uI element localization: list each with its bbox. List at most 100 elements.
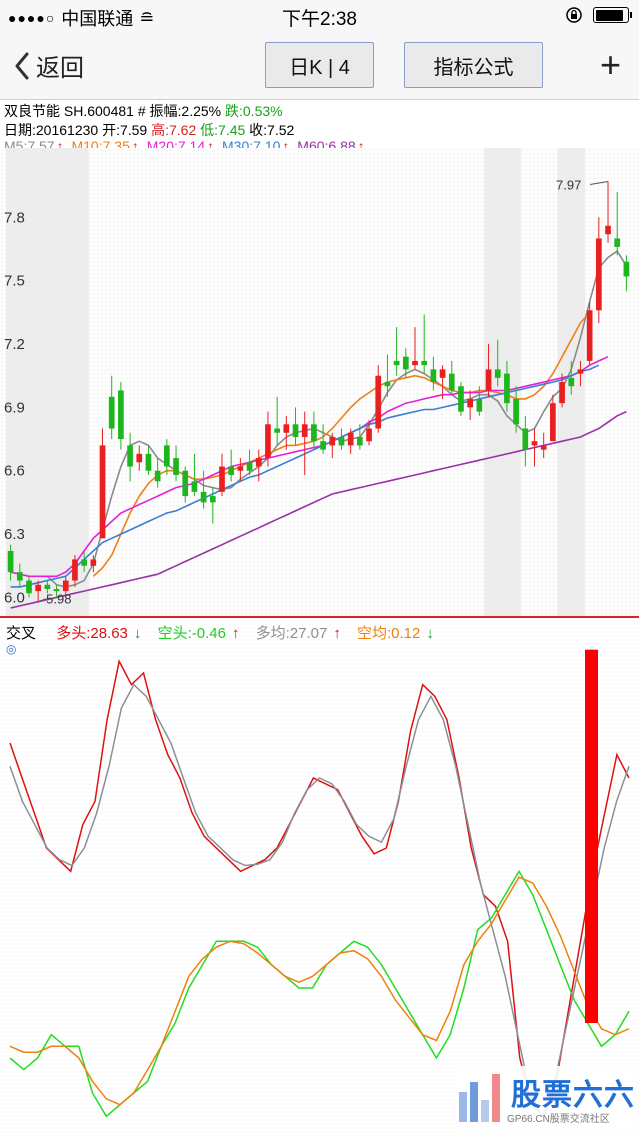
high-price: 高:7.62 [151, 122, 197, 138]
candle [448, 360, 455, 395]
candle [623, 255, 630, 292]
candle [540, 432, 547, 459]
candle-body [393, 360, 400, 366]
candle-body [494, 369, 501, 378]
candle-body [311, 424, 317, 442]
legend-label: 空头:-0.46 [157, 625, 226, 642]
candle-body [595, 238, 602, 311]
candle-body [586, 310, 593, 361]
nav-bar: 返回 日K | 4 指标公式 + [0, 32, 639, 100]
candle [283, 415, 290, 450]
candle-body [513, 398, 519, 425]
candle-body [81, 559, 87, 566]
candle [255, 449, 262, 482]
candle-body [476, 398, 483, 412]
candle [145, 445, 152, 475]
candle-body [209, 496, 216, 503]
candle [467, 390, 474, 421]
date-label: 日期:20161230 [4, 122, 99, 138]
watermark-logo: 股票六六 GP66.CN股票交流社区 [457, 1066, 635, 1132]
target-icon[interactable]: ◎ [6, 642, 16, 656]
candle-body [458, 386, 464, 412]
legend-kongtou: 空头:-0.46 ↑ [158, 625, 246, 642]
candle-body [265, 424, 271, 459]
candle-body [118, 390, 124, 440]
candle [127, 432, 133, 482]
candle-body [357, 436, 363, 446]
candle-body [412, 360, 418, 366]
candle-body [44, 584, 51, 589]
high-annotation: 7.97 [556, 177, 581, 192]
indicator-svg [9, 649, 630, 1119]
candle-body [274, 428, 280, 433]
candle [586, 301, 593, 366]
candle-body [173, 458, 179, 475]
candle-body [577, 369, 584, 374]
candle-body [421, 360, 428, 366]
high-pointer [589, 180, 609, 185]
candle [430, 356, 437, 391]
candle-body [338, 436, 345, 446]
back-button[interactable]: 返回 [14, 48, 84, 83]
candle-body [366, 428, 372, 442]
close-price: 收:7.52 [249, 122, 295, 138]
candle [219, 453, 225, 497]
ma-line-m5 [46, 249, 628, 588]
candle [154, 458, 161, 488]
candle [311, 411, 317, 450]
indicator-name[interactable]: 交叉 [6, 625, 36, 642]
formula-button[interactable]: 指标公式 [404, 42, 543, 88]
candle-body [448, 373, 455, 391]
candle-body [136, 453, 143, 463]
candle-body [375, 375, 382, 429]
candle-body [283, 424, 290, 433]
candle-body [467, 398, 474, 408]
candle-body [154, 470, 161, 482]
ohlc-line: 日期:20161230 开:7.59 高:7.62 低:7.45 收:7.52 [4, 120, 294, 140]
low-price: 低:7.45 [200, 122, 246, 138]
candle [338, 428, 345, 450]
legend-duotou: 多头:28.63 ↓ [56, 625, 147, 642]
candle-body [301, 424, 308, 437]
y-tick-label: 7.2 [4, 336, 25, 353]
stock-info-line: 双良节能 SH.600481 # 振幅:2.25% 跌:0.53% [4, 101, 283, 121]
candle-body [522, 428, 529, 450]
candle-body [90, 559, 97, 566]
candle-body [145, 453, 152, 471]
candle-body [540, 445, 547, 450]
candle [182, 466, 189, 503]
candle [550, 394, 556, 442]
candle-body [200, 491, 207, 503]
candle [136, 445, 143, 471]
candle-body [384, 382, 391, 387]
indicator-panel[interactable]: 交叉 多头:28.63 ↓ 空头:-0.46 ↑ 多均:27.07 ↑ 空均:0.12… [0, 616, 639, 1136]
y-tick-label: 6.3 [4, 526, 25, 543]
candle [421, 314, 428, 374]
legend-arrow: ↓ [426, 625, 434, 642]
candle [99, 428, 106, 539]
period-button[interactable]: 日K | 4 [265, 42, 374, 88]
candle [173, 445, 179, 482]
legend-label: 空均:0.12 [357, 625, 421, 642]
candle-body [329, 436, 336, 446]
candle [595, 217, 602, 323]
legend-kongjun: 空均:0.12 ↓ [357, 625, 440, 642]
candle-body [99, 445, 106, 539]
legend-arrow: ↑ [333, 625, 341, 642]
add-icon[interactable]: + [600, 44, 621, 86]
status-bar: ●●●●○ 中国联通 ≘ 下午2:38 [0, 0, 639, 32]
candle [605, 181, 611, 243]
y-tick-label: 6.6 [4, 463, 25, 480]
y-tick-label: 7.5 [4, 273, 25, 290]
kline-chart[interactable]: 6.0 6.3 6.6 6.9 7.2 7.5 7.8 7.97 5.98 [0, 148, 639, 616]
candle-body [163, 445, 170, 467]
candle-body [439, 369, 446, 378]
battery-icon [593, 7, 632, 23]
candle-body [246, 462, 253, 471]
candle-body [292, 424, 299, 437]
candle-body [605, 225, 611, 235]
low-annotation: 5.98 [46, 592, 71, 607]
y-tick-label: 6.9 [4, 399, 25, 416]
candle-body [531, 441, 538, 446]
chevron-left-icon [15, 52, 29, 79]
